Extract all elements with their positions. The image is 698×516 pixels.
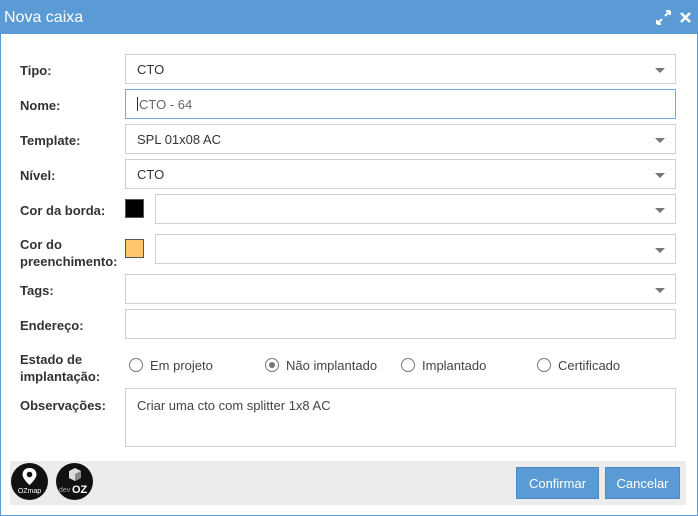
dialog-footer: OZmap dev OZ Confirmar Cancelar: [10, 461, 686, 505]
nivel-select[interactable]: CTO: [125, 159, 676, 189]
radio-label: Não implantado: [286, 357, 378, 373]
cor-preenchimento-label-2: preenchimento:: [20, 254, 118, 269]
radio-implantado[interactable]: Implantado: [401, 357, 486, 373]
border-color-select[interactable]: [155, 194, 676, 224]
estado-label-2: implantação:: [20, 369, 101, 384]
template-select[interactable]: SPL 01x08 AC: [125, 124, 676, 154]
expand-icon[interactable]: [654, 8, 672, 26]
chevron-down-icon: [655, 138, 665, 143]
endereco-label: Endereço:: [20, 318, 84, 333]
confirm-button[interactable]: Confirmar: [516, 467, 599, 499]
devoz-logo[interactable]: dev OZ: [56, 463, 93, 500]
new-box-dialog: Nova caixa Tipo: CTO Nome: CTO - 64 Temp…: [0, 0, 698, 516]
border-color-swatch[interactable]: [125, 199, 144, 218]
chevron-down-icon: [655, 208, 665, 213]
endereco-input[interactable]: [125, 309, 676, 339]
chevron-down-icon: [655, 248, 665, 253]
template-value: SPL 01x08 AC: [137, 132, 222, 147]
nivel-value: CTO: [137, 167, 165, 182]
cancel-button[interactable]: Cancelar: [605, 467, 680, 499]
estado-label-1: Estado de: [20, 352, 83, 367]
nome-value: CTO - 64: [139, 97, 193, 112]
tags-label: Tags:: [20, 283, 54, 298]
close-icon[interactable]: [676, 8, 694, 26]
nivel-label: Nível:: [20, 168, 56, 183]
radio-label: Certificado: [558, 357, 621, 373]
radio-circle-icon: [401, 358, 415, 372]
tags-select[interactable]: [125, 274, 676, 304]
dialog-titlebar: Nova caixa: [1, 1, 697, 34]
observacoes-value: Criar uma cto com splitter 1x8 AC: [137, 398, 331, 413]
nome-label: Nome:: [20, 98, 61, 113]
tipo-label: Tipo:: [20, 63, 52, 78]
dialog-title: Nova caixa: [4, 9, 84, 26]
template-label: Template:: [20, 133, 81, 148]
chevron-down-icon: [655, 173, 665, 178]
radio-checked-icon: [265, 358, 279, 372]
chevron-down-icon: [655, 288, 665, 293]
radio-circle-icon: [129, 358, 143, 372]
chevron-down-icon: [655, 68, 665, 73]
fill-color-select[interactable]: [155, 234, 676, 264]
tipo-select[interactable]: CTO: [125, 54, 676, 84]
radio-label: Em projeto: [150, 357, 213, 373]
fill-color-swatch[interactable]: [125, 239, 144, 258]
radio-nao-implantado[interactable]: Não implantado: [265, 357, 377, 373]
radio-certificado[interactable]: Certificado: [537, 357, 620, 373]
observacoes-textarea[interactable]: Criar uma cto com splitter 1x8 AC: [125, 388, 676, 447]
devoz-logo-text-b: OZ: [72, 484, 88, 496]
radio-em-projeto[interactable]: Em projeto: [129, 357, 213, 373]
text-cursor: [137, 97, 138, 111]
radio-label: Implantado: [422, 357, 487, 373]
cor-preenchimento-label-1: Cor do: [20, 237, 62, 252]
devoz-logo-text-a: dev: [59, 487, 71, 494]
observacoes-label: Observações:: [20, 398, 106, 413]
radio-circle-icon: [537, 358, 551, 372]
nome-input[interactable]: CTO - 64: [125, 89, 676, 119]
tipo-value: CTO: [137, 62, 165, 77]
ozmap-logo-text: OZmap: [17, 488, 42, 495]
ozmap-logo[interactable]: OZmap: [11, 463, 48, 500]
cor-borda-label: Cor da borda:: [20, 203, 106, 218]
